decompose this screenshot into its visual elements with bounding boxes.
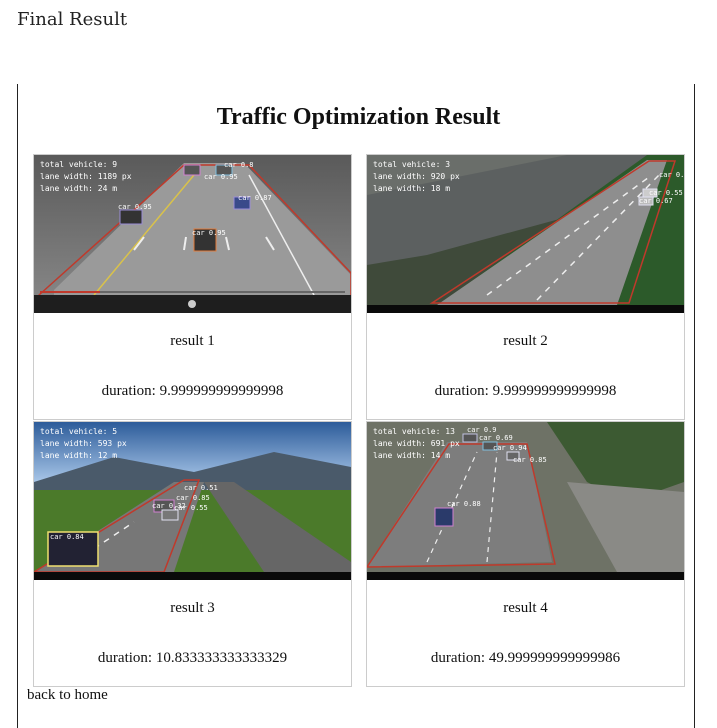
page-title: Traffic Optimization Result bbox=[216, 104, 501, 130]
result-label: result 4 bbox=[503, 600, 548, 616]
result-label: result 3 bbox=[170, 600, 215, 616]
svg-text:car 0.55: car 0.55 bbox=[649, 189, 683, 197]
svg-text:lane width: 920 px: lane width: 920 px bbox=[373, 172, 460, 181]
svg-text:lane width: 1189 px: lane width: 1189 px bbox=[40, 172, 132, 181]
result-duration: duration: 49.999999999999986 bbox=[430, 650, 621, 666]
svg-text:lane width: 24 m: lane width: 24 m bbox=[40, 184, 117, 193]
result-duration: duration: 9.999999999999998 bbox=[434, 383, 617, 399]
svg-text:car 0.95: car 0.95 bbox=[204, 173, 238, 181]
svg-text:car 0.95: car 0.95 bbox=[118, 203, 152, 211]
svg-text:car 0.51: car 0.51 bbox=[184, 484, 218, 492]
svg-text:lane width: 12 m: lane width: 12 m bbox=[40, 451, 117, 460]
result-image-2: total vehicle: 3 lane width: 920 px lane… bbox=[367, 155, 684, 313]
svg-text:car 0.67: car 0.67 bbox=[639, 197, 673, 205]
svg-text:car 0.7: car 0.7 bbox=[659, 171, 684, 179]
result-duration: duration: 10.833333333333329 bbox=[97, 650, 288, 666]
svg-text:car 0.94: car 0.94 bbox=[493, 444, 527, 452]
back-to-home-link[interactable]: back to home bbox=[27, 687, 108, 704]
svg-text:car 0.9: car 0.9 bbox=[467, 426, 497, 434]
svg-text:lane width: 14 m: lane width: 14 m bbox=[373, 451, 450, 460]
svg-text:total vehicle: 3: total vehicle: 3 bbox=[373, 160, 450, 169]
result-card-1: total vehicle: 9 lane width: 1189 px lan… bbox=[33, 154, 352, 420]
svg-text:total vehicle: 9: total vehicle: 9 bbox=[40, 160, 117, 169]
svg-text:lane width: 691 px: lane width: 691 px bbox=[373, 439, 460, 448]
svg-text:car 0.84: car 0.84 bbox=[50, 533, 84, 541]
svg-text:car 0.32: car 0.32 bbox=[152, 502, 186, 510]
svg-text:car 0.85: car 0.85 bbox=[176, 494, 210, 502]
result-label: result 1 bbox=[170, 333, 215, 349]
svg-text:lane width: 593 px: lane width: 593 px bbox=[40, 439, 127, 448]
result-image-1: total vehicle: 9 lane width: 1189 px lan… bbox=[34, 155, 351, 313]
page-heading: Final Result bbox=[17, 9, 128, 30]
result-duration: duration: 9.999999999999998 bbox=[101, 383, 284, 399]
result-card-4: total vehicle: 13 lane width: 691 px lan… bbox=[366, 421, 685, 687]
svg-text:car 0.8: car 0.8 bbox=[224, 161, 254, 169]
svg-text:car 0.85: car 0.85 bbox=[513, 456, 547, 464]
svg-text:car 0.95: car 0.95 bbox=[192, 229, 226, 237]
svg-text:car 0.87: car 0.87 bbox=[238, 194, 272, 202]
svg-text:car 0.88: car 0.88 bbox=[447, 500, 481, 508]
result-card-2: total vehicle: 3 lane width: 920 px lane… bbox=[366, 154, 685, 420]
svg-text:lane width: 18 m: lane width: 18 m bbox=[373, 184, 450, 193]
result-label: result 2 bbox=[503, 333, 548, 349]
result-card-3: total vehicle: 5 lane width: 593 px lane… bbox=[33, 421, 352, 687]
svg-text:total vehicle: 13: total vehicle: 13 bbox=[373, 427, 455, 436]
svg-text:car 0.69: car 0.69 bbox=[479, 434, 513, 442]
svg-text:total vehicle: 5: total vehicle: 5 bbox=[40, 427, 117, 436]
result-image-4: total vehicle: 13 lane width: 691 px lan… bbox=[367, 422, 684, 580]
result-image-3: total vehicle: 5 lane width: 593 px lane… bbox=[34, 422, 351, 580]
